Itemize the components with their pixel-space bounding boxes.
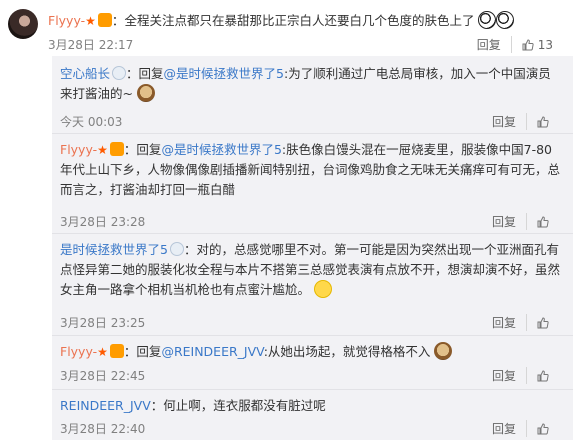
reply-button[interactable]: 回复 bbox=[482, 367, 527, 384]
reply-actions: 回复 bbox=[482, 314, 563, 331]
reply-prefix: ：回复 bbox=[126, 66, 164, 81]
reply-item: Flyyy-★ ：回复@是时候拯救世界了5:肤色像白馒头混在一屉烧麦里，服装像中国… bbox=[52, 134, 573, 232]
vip-badge-icon bbox=[109, 344, 124, 358]
like-count: 13 bbox=[537, 37, 553, 52]
reply-date: 3月28日 22:45 bbox=[60, 369, 146, 383]
reply-text: 是时候拯救世界了5 ：对的，总感觉哪里不对。第一可能是因为突然出现一个亚洲面孔有点… bbox=[60, 240, 560, 300]
like-button[interactable] bbox=[527, 422, 563, 435]
reply-body: ：何止啊，连衣服都没有脏过呢 bbox=[150, 398, 326, 413]
reply-prefix: ：回复 bbox=[123, 142, 162, 157]
thumbs-up-icon bbox=[537, 369, 549, 381]
like-button[interactable] bbox=[527, 316, 563, 329]
panda-emoji-icon bbox=[478, 11, 497, 29]
doge-emoji-icon bbox=[136, 84, 155, 102]
awkward-emoji-icon bbox=[314, 280, 332, 298]
reply-button[interactable]: 回复 bbox=[482, 420, 527, 437]
reply-author[interactable]: Flyyy- bbox=[60, 344, 97, 359]
reply-text: Flyyy-★ ：回复@是时候拯救世界了5:肤色像白馒头混在一屉烧麦里，服装像中国… bbox=[60, 140, 560, 200]
verified-v-icon bbox=[169, 242, 184, 256]
reply-item: REINDEER_JVV：何止啊，连衣服都没有脏过呢 3月28日 22:40 回… bbox=[52, 390, 573, 440]
vip-badge-icon bbox=[97, 13, 112, 27]
vip-badge-icon bbox=[109, 142, 124, 156]
avatar[interactable] bbox=[8, 9, 38, 39]
like-button[interactable]: 13 bbox=[512, 38, 563, 52]
reply-date: 今天 00:03 bbox=[60, 115, 123, 129]
like-button[interactable] bbox=[527, 215, 563, 228]
reply-mention[interactable]: @REINDEER_JVV bbox=[161, 344, 263, 359]
reply-item: Flyyy-★ ：回复@REINDEER_JVV:从她出场起，就觉得格格不入 3月… bbox=[52, 336, 573, 388]
reply-actions: 回复 bbox=[482, 213, 563, 230]
comment-text: 全程关注点都只在暴甜那比正宗白人还要白几个色度的肤色上了 bbox=[124, 13, 475, 28]
reply-item: 是时候拯救世界了5 ：对的，总感觉哪里不对。第一可能是因为突然出现一个亚洲面孔有点… bbox=[52, 234, 573, 334]
doge-emoji-icon bbox=[434, 342, 453, 360]
comment-line: Flyyy-★ ：全程关注点都只在暴甜那比正宗白人还要白几个色度的肤色上了 bbox=[48, 10, 528, 29]
reply-button[interactable]: 回复 bbox=[482, 113, 527, 130]
reply-text: 空心船长 ：回复@是时候拯救世界了5:为了顺利通过广电总局审核，加入一个中国演员来… bbox=[60, 64, 560, 104]
comment-separator: ： bbox=[111, 13, 125, 28]
verified-v-icon bbox=[112, 66, 127, 80]
reply-author[interactable]: REINDEER_JVV bbox=[60, 398, 151, 413]
star-icon: ★ bbox=[97, 345, 108, 359]
top-comment: Flyyy-★ ：全程关注点都只在暴甜那比正宗白人还要白几个色度的肤色上了 3月2… bbox=[0, 0, 573, 56]
like-button[interactable] bbox=[527, 369, 563, 382]
reply-text: REINDEER_JVV：何止啊，连衣服都没有脏过呢 bbox=[60, 396, 560, 416]
star-icon: ★ bbox=[85, 14, 96, 28]
star-icon: ★ bbox=[97, 143, 108, 157]
reply-button[interactable]: 回复 bbox=[482, 213, 527, 230]
comment-actions: 回复 13 bbox=[467, 36, 563, 53]
thumbs-up-icon bbox=[537, 316, 549, 328]
reply-text: Flyyy-★ ：回复@REINDEER_JVV:从她出场起，就觉得格格不入 bbox=[60, 342, 560, 362]
reply-author[interactable]: 空心船长 bbox=[60, 66, 110, 81]
reply-author[interactable]: Flyyy- bbox=[60, 142, 97, 157]
reply-actions: 回复 bbox=[482, 113, 563, 130]
like-button[interactable] bbox=[527, 115, 563, 128]
reply-date: 3月28日 23:25 bbox=[60, 316, 146, 330]
reply-mention[interactable]: @是时候拯救世界了5 bbox=[161, 142, 281, 157]
reply-item: 空心船长 ：回复@是时候拯救世界了5:为了顺利通过广电总局审核，加入一个中国演员来… bbox=[52, 56, 573, 132]
thumbs-up-icon bbox=[537, 422, 549, 434]
comment-date: 3月28日 22:17 bbox=[48, 38, 134, 52]
reply-mention[interactable]: @是时候拯救世界了5 bbox=[164, 66, 284, 81]
reply-date: 3月28日 22:40 bbox=[60, 422, 146, 436]
thumbs-up-icon bbox=[522, 38, 534, 50]
reply-prefix: ：回复 bbox=[123, 344, 162, 359]
reply-author[interactable]: 是时候拯救世界了5 bbox=[60, 242, 168, 257]
replies-panel: 空心船长 ：回复@是时候拯救世界了5:为了顺利通过广电总局审核，加入一个中国演员来… bbox=[52, 56, 573, 440]
reply-actions: 回复 bbox=[482, 367, 563, 384]
reply-button[interactable]: 回复 bbox=[482, 314, 527, 331]
thumbs-up-icon bbox=[537, 215, 549, 227]
reply-actions: 回复 bbox=[482, 420, 563, 437]
reply-body: :从她出场起，就觉得格格不入 bbox=[263, 344, 431, 359]
thumbs-up-icon bbox=[537, 115, 549, 127]
reply-button[interactable]: 回复 bbox=[467, 36, 512, 53]
comment-author[interactable]: Flyyy- bbox=[48, 13, 85, 28]
reply-date: 3月28日 23:28 bbox=[60, 215, 146, 229]
panda-emoji-icon bbox=[496, 11, 515, 29]
